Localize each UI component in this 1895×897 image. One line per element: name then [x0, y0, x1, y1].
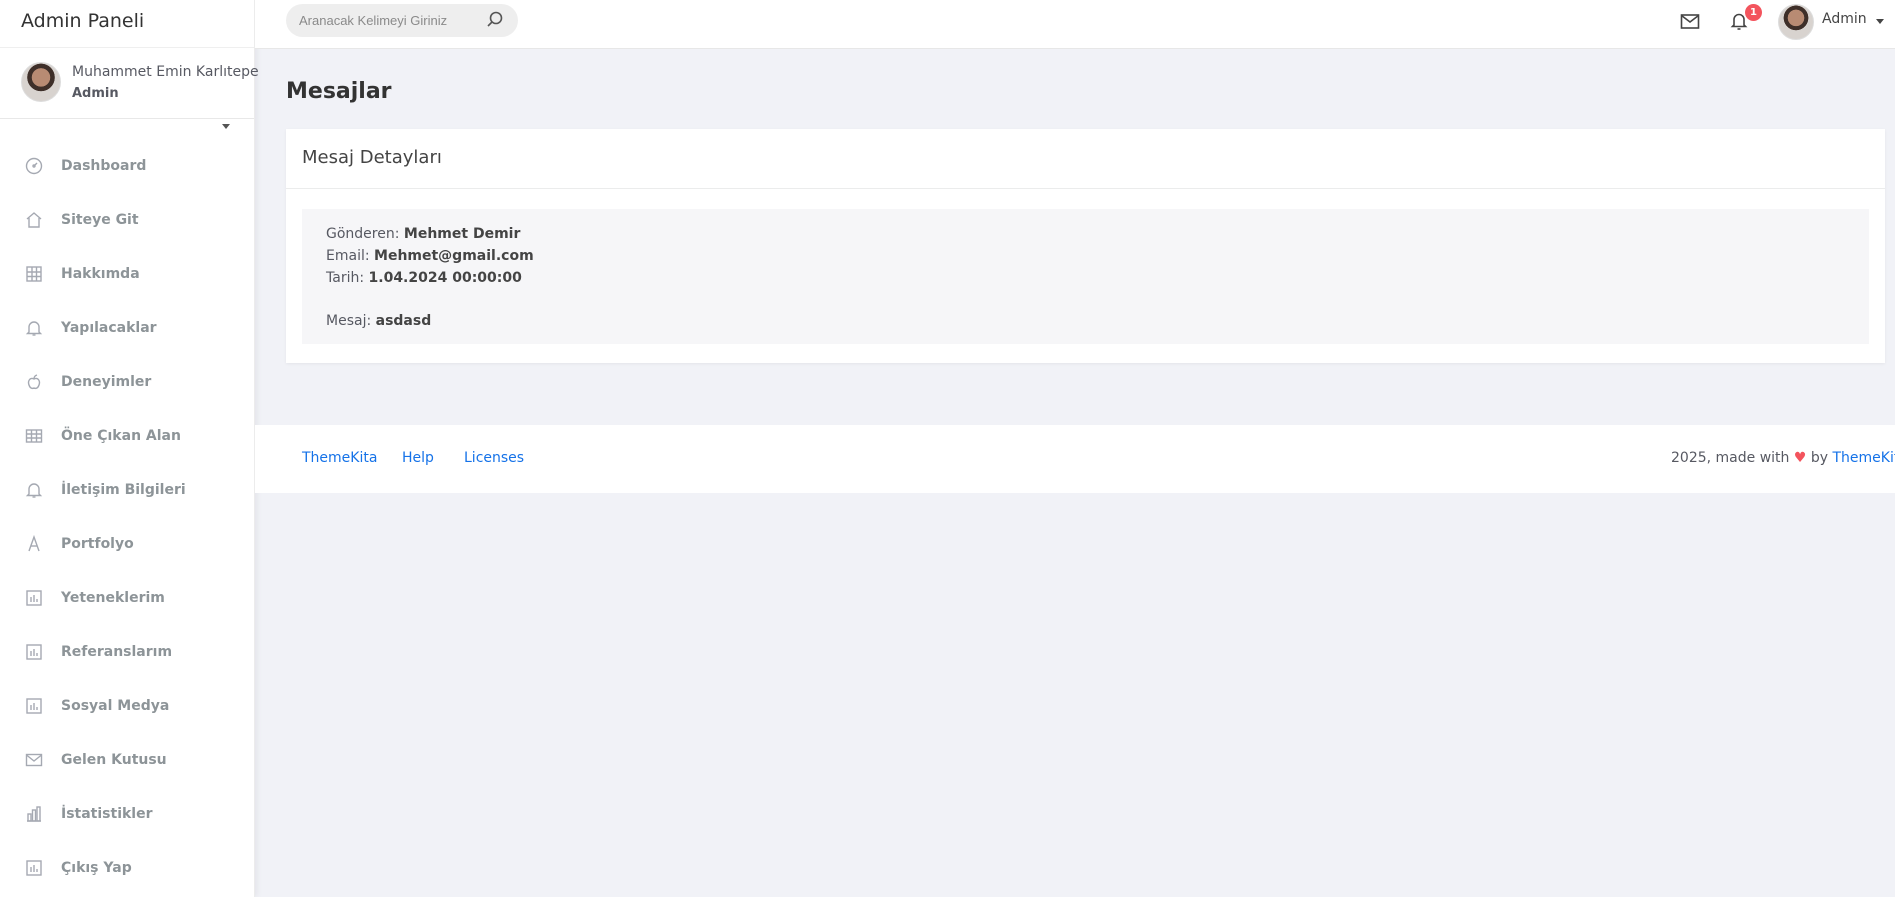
sidebar-item-label: İstatistikler [61, 806, 153, 822]
footer: ThemeKita Help Licenses 2025, made with … [255, 425, 1895, 493]
message-detail-card: Mesaj Detayları Gönderen: Mehmet Demir E… [286, 129, 1885, 363]
sidebar-item-siteye-git[interactable]: Siteye Git [0, 193, 254, 247]
caret-down-icon[interactable] [222, 124, 230, 129]
grid-icon [24, 264, 44, 284]
credit-by: by [1810, 450, 1829, 466]
sidebar-item-label: İletişim Bilgileri [61, 482, 186, 498]
date-value: 1.04.2024 00:00:00 [368, 270, 522, 286]
message-body: Gönderen: Mehmet Demir Email: Mehmet@gma… [302, 209, 1869, 344]
sidebar-item-portfolyo[interactable]: Portfolyo [0, 517, 254, 571]
mail-icon[interactable] [1680, 13, 1700, 30]
sidebar-item-istatistikler[interactable]: İstatistikler [0, 787, 254, 841]
chart-box-icon [24, 588, 44, 608]
caret-down-icon[interactable] [1876, 19, 1884, 24]
footer-link-licenses[interactable]: Licenses [464, 450, 524, 466]
user-role: Admin [72, 86, 119, 101]
heart-icon: ♥ [1793, 450, 1807, 466]
top-header: 1 Admin [255, 0, 1895, 49]
sidebar-item-label: Deneyimler [61, 374, 152, 390]
sidebar-item-iletisim-bilgileri[interactable]: İletişim Bilgileri [0, 463, 254, 517]
chart-box-icon [24, 858, 44, 878]
brand-title[interactable]: Admin Paneli [0, 0, 254, 48]
sidebar-item-label: Öne Çıkan Alan [61, 428, 181, 444]
bell-icon [24, 480, 44, 500]
sidebar-item-hakkimda[interactable]: Hakkımda [0, 247, 254, 301]
font-icon [24, 534, 44, 554]
dashboard-icon [24, 156, 44, 176]
credit-text: 2025, made with [1671, 450, 1790, 466]
table-icon [24, 426, 44, 446]
sidebar: Admin Paneli Muhammet Emin Karlıtepe Adm… [0, 0, 259, 897]
bell-icon [24, 318, 44, 338]
sidebar-item-yapilacaklar[interactable]: Yapılacaklar [0, 301, 254, 355]
message-label: Mesaj: [326, 313, 372, 329]
user-panel[interactable]: Muhammet Emin Karlıtepe Admin [0, 48, 259, 129]
sidebar-item-label: Siteye Git [61, 212, 139, 228]
sidebar-item-sosyal-medya[interactable]: Sosyal Medya [0, 679, 254, 733]
sidebar-item-label: Gelen Kutusu [61, 752, 167, 768]
sidebar-nav: Dashboard Siteye Git Hakkımda Yapılacakl… [0, 119, 254, 895]
footer-link-help[interactable]: Help [402, 450, 434, 466]
message-line: Mesaj: asdasd [326, 310, 1845, 332]
card-title: Mesaj Detayları [286, 129, 1885, 189]
header-user-label[interactable]: Admin [1822, 11, 1867, 27]
envelope-icon [24, 750, 44, 770]
email-label: Email: [326, 248, 370, 264]
chart-box-icon [24, 642, 44, 662]
sidebar-item-label: Hakkımda [61, 266, 140, 282]
bar-chart-icon [24, 804, 44, 824]
message-value: asdasd [375, 313, 432, 329]
sidebar-item-yeteneklerim[interactable]: Yeteneklerim [0, 571, 254, 625]
sender-line: Gönderen: Mehmet Demir [326, 223, 1845, 245]
date-line: Tarih: 1.04.2024 00:00:00 [326, 267, 1845, 289]
sidebar-item-cikis-yap[interactable]: Çıkış Yap [0, 841, 254, 895]
apple-icon [24, 372, 44, 392]
sidebar-item-label: Dashboard [61, 158, 147, 174]
sidebar-item-label: Referanslarım [61, 644, 173, 660]
sender-value: Mehmet Demir [403, 226, 521, 242]
sidebar-item-dashboard[interactable]: Dashboard [0, 139, 254, 193]
sender-label: Gönderen: [326, 226, 400, 242]
sidebar-item-gelen-kutusu[interactable]: Gelen Kutusu [0, 733, 254, 787]
date-label: Tarih: [326, 270, 365, 286]
sidebar-item-label: Portfolyo [61, 536, 134, 552]
footer-link-themekita[interactable]: ThemeKita [302, 450, 377, 466]
search-input[interactable] [286, 4, 518, 37]
sidebar-item-label: Yeteneklerim [61, 590, 165, 606]
sidebar-item-deneyimler[interactable]: Deneyimler [0, 355, 254, 409]
footer-credit: 2025, made with ♥ by ThemeKita [1671, 450, 1895, 466]
chart-box-icon [24, 696, 44, 716]
email-value: Mehmet@gmail.com [374, 248, 534, 264]
email-line: Email: Mehmet@gmail.com [326, 245, 1845, 267]
page-title: Mesajlar [286, 79, 392, 104]
sidebar-item-referanslarim[interactable]: Referanslarım [0, 625, 254, 679]
sidebar-item-one-cikan-alan[interactable]: Öne Çıkan Alan [0, 409, 254, 463]
notification-badge: 1 [1745, 4, 1762, 21]
sidebar-item-label: Sosyal Medya [61, 698, 170, 714]
sidebar-item-label: Yapılacaklar [61, 320, 157, 336]
sidebar-item-label: Çıkış Yap [61, 860, 132, 876]
home-icon [24, 210, 44, 230]
footer-credit-link[interactable]: ThemeKita [1833, 450, 1895, 466]
search-icon[interactable] [486, 10, 504, 28]
user-avatar [21, 62, 61, 102]
header-avatar[interactable] [1778, 4, 1814, 40]
user-name: Muhammet Emin Karlıtepe [72, 64, 259, 80]
